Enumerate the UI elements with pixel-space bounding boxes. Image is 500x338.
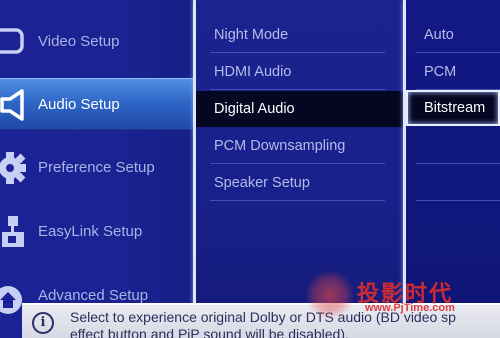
option-auto[interactable]: Auto	[406, 17, 500, 53]
row-divider	[210, 52, 385, 53]
row-divider	[416, 163, 500, 164]
row-divider	[210, 163, 385, 164]
setting-hdmi-audio[interactable]: HDMI Audio	[196, 54, 403, 90]
option-pcm[interactable]: PCM	[406, 54, 500, 90]
menu-item-label: Audio Setup	[38, 96, 120, 113]
menu-item-label: Preference Setup	[38, 159, 155, 176]
row-divider	[210, 89, 385, 90]
setting-digital-audio[interactable]: Digital Audio	[196, 91, 403, 127]
watermark: 投影时代 www.PjTime.com	[305, 262, 500, 322]
option-label: PCM	[424, 64, 457, 80]
setting-label: Night Mode	[214, 27, 289, 43]
option-bitstream[interactable]: Bitstream	[406, 90, 500, 126]
option-empty-row	[406, 165, 500, 201]
setting-label: HDMI Audio	[214, 64, 292, 80]
option-label: Bitstream	[424, 100, 486, 116]
watermark-logo-icon	[305, 270, 355, 320]
gear-icon	[0, 150, 30, 186]
speaker-icon	[0, 87, 30, 123]
setting-night-mode[interactable]: Night Mode	[196, 17, 403, 53]
watermark-url: www.PjTime.com	[365, 302, 455, 314]
setting-label: Speaker Setup	[214, 175, 310, 191]
screen-icon	[0, 24, 30, 60]
menu-item-video-setup[interactable]: Video Setup	[0, 16, 193, 68]
setup-category-menu: Video Setup Audio Setup Preference Setup…	[0, 0, 193, 338]
setting-label: PCM Downsampling	[214, 138, 346, 154]
setting-speaker-setup[interactable]: Speaker Setup	[196, 165, 403, 201]
option-label: Auto	[424, 27, 454, 43]
menu-item-label: Video Setup	[38, 33, 120, 50]
info-icon: i	[32, 312, 54, 334]
setup-menu-screen: Video Setup Audio Setup Preference Setup…	[0, 0, 500, 338]
row-divider	[416, 52, 500, 53]
info-text-line-2: effect button and PiP sound will be disa…	[70, 326, 349, 338]
setting-label: Digital Audio	[214, 101, 295, 117]
option-empty-row	[406, 128, 500, 164]
easylink-icon	[0, 214, 30, 250]
row-divider	[416, 200, 500, 201]
menu-item-preference-setup[interactable]: Preference Setup	[0, 142, 193, 194]
row-divider	[210, 200, 385, 201]
menu-item-audio-setup[interactable]: Audio Setup	[0, 78, 193, 130]
menu-item-label: EasyLink Setup	[38, 223, 143, 240]
menu-item-easylink-setup[interactable]: EasyLink Setup	[0, 206, 193, 258]
setting-pcm-downsampling[interactable]: PCM Downsampling	[196, 128, 403, 164]
